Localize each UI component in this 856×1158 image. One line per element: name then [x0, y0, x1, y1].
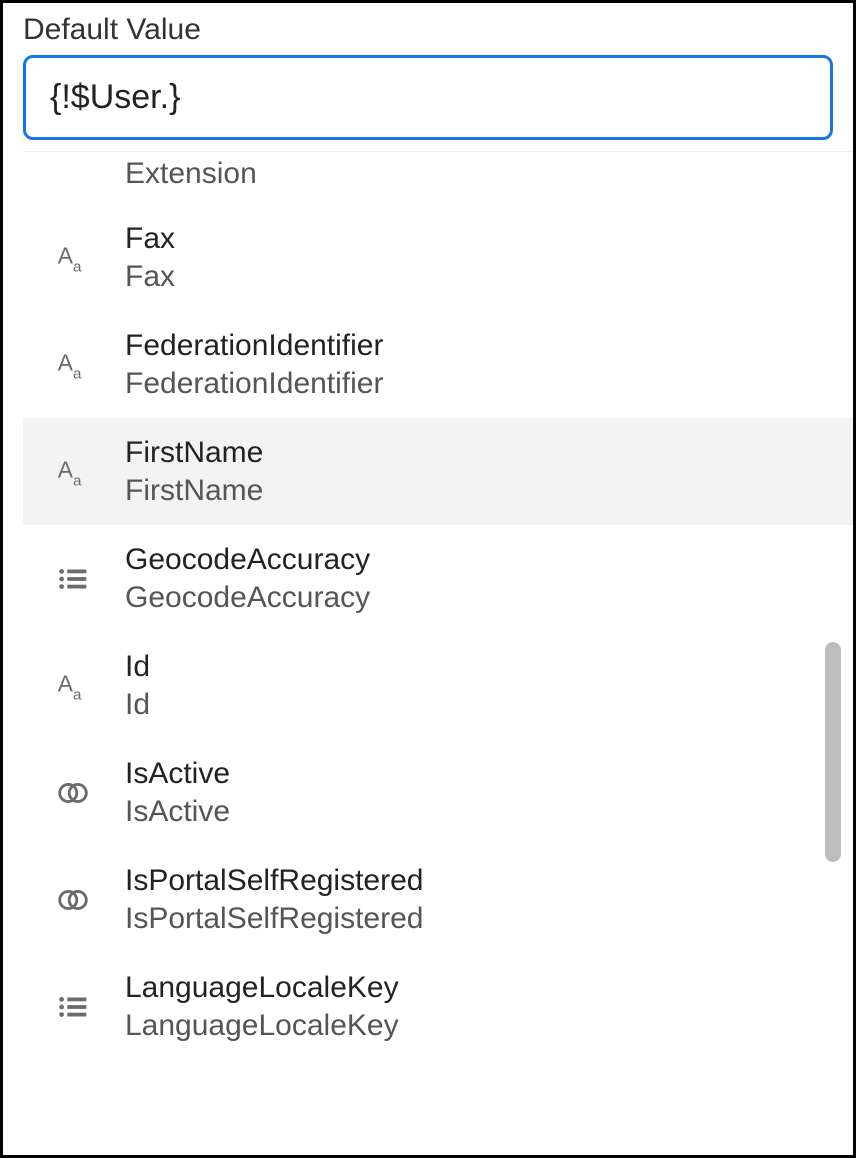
option-label: IsActive: [125, 755, 230, 793]
scrollbar[interactable]: [825, 642, 841, 862]
option-api-name: IsPortalSelfRegistered: [125, 900, 423, 938]
option-label: Fax: [125, 220, 175, 258]
scrollbar-thumb[interactable]: [825, 642, 841, 862]
autocomplete-option[interactable]: IsPortalSelfRegisteredIsPortalSelfRegist…: [23, 846, 853, 953]
option-api-name: IsActive: [125, 793, 230, 831]
list-type-icon: [51, 557, 95, 601]
option-api-name: FederationIdentifier: [125, 365, 384, 403]
option-label: FirstName: [125, 434, 263, 472]
text-type-icon: [51, 664, 95, 708]
option-api-name: Extension: [125, 155, 257, 193]
option-label: FederationIdentifier: [125, 327, 384, 365]
option-api-name: LanguageLocaleKey: [125, 1007, 399, 1045]
field-label: Default Value: [3, 3, 853, 55]
autocomplete-option[interactable]: FirstNameFirstName: [23, 418, 853, 525]
autocomplete-option[interactable]: LanguageLocaleKeyLanguageLocaleKey: [23, 953, 853, 1060]
default-value-input[interactable]: [23, 55, 833, 140]
autocomplete-option[interactable]: GeocodeAccuracyGeocodeAccuracy: [23, 525, 853, 632]
autocomplete-option[interactable]: FaxFax: [23, 204, 853, 311]
option-api-name: Fax: [125, 258, 175, 296]
list-type-icon: [51, 985, 95, 1029]
text-type-icon: [51, 450, 95, 494]
autocomplete-option[interactable]: ExtensionExtension: [23, 152, 853, 204]
option-label: IsPortalSelfRegistered: [125, 862, 423, 900]
autocomplete-option[interactable]: IdId: [23, 632, 853, 739]
option-api-name: GeocodeAccuracy: [125, 579, 370, 617]
option-label: LanguageLocaleKey: [125, 969, 399, 1007]
option-label: Id: [125, 648, 150, 686]
boolean-type-icon: [51, 771, 95, 815]
boolean-type-icon: [51, 878, 95, 922]
autocomplete-dropdown: ExtensionExtensionFaxFaxFederationIdenti…: [23, 151, 853, 1155]
option-label: GeocodeAccuracy: [125, 541, 370, 579]
text-type-icon: [51, 236, 95, 280]
text-type-icon: [51, 343, 95, 387]
autocomplete-option[interactable]: IsActiveIsActive: [23, 739, 853, 846]
autocomplete-option[interactable]: FederationIdentifierFederationIdentifier: [23, 311, 853, 418]
option-api-name: FirstName: [125, 472, 263, 510]
option-api-name: Id: [125, 686, 150, 724]
